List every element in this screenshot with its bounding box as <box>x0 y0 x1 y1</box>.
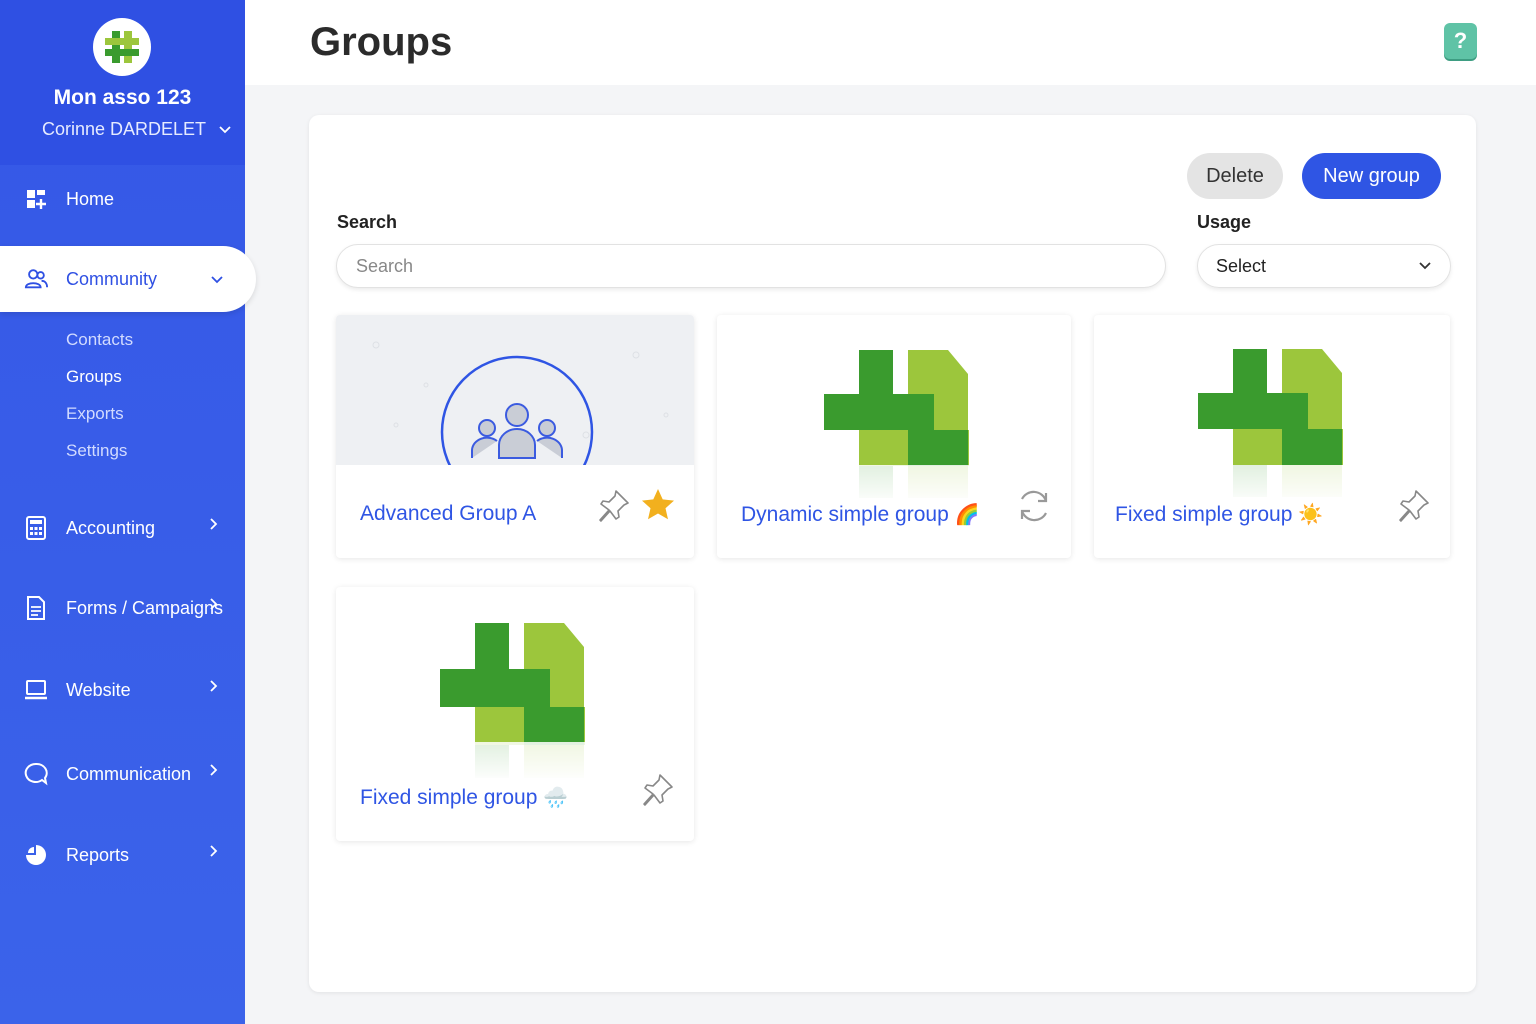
page-title: Groups <box>310 20 453 64</box>
nav-website[interactable]: Website <box>0 657 245 723</box>
org-name: Mon asso 123 <box>53 86 192 109</box>
usage-label: Usage <box>1197 212 1252 232</box>
rainbow-icon: 🌈 <box>954 504 980 526</box>
user-menu[interactable]: Corinne DARDELET <box>42 119 232 140</box>
nav-forms-label: Forms / Campaigns <box>66 597 224 618</box>
hashtag-logo-icon <box>105 31 139 63</box>
chevron-right-icon <box>210 680 218 692</box>
nav-website-label: Website <box>66 679 131 700</box>
card-actions <box>1015 487 1053 525</box>
sidebar: Mon asso 123 Corinne DARDELET Home Commu… <box>0 0 256 1024</box>
nav-reports-label: Reports <box>66 844 130 865</box>
nav-sub-settings[interactable]: Settings <box>66 441 127 461</box>
pin-icon[interactable] <box>1396 487 1432 523</box>
org-logo[interactable] <box>93 18 151 76</box>
search-input[interactable] <box>336 244 1166 288</box>
chevron-right-icon <box>210 764 218 776</box>
chevron-right-icon <box>210 518 218 530</box>
card-media <box>717 315 1071 498</box>
card-media <box>336 315 694 509</box>
card-actions <box>640 771 676 807</box>
chat-bubble-icon <box>24 762 48 786</box>
pin-icon[interactable] <box>596 487 632 523</box>
card-media <box>1094 315 1450 497</box>
document-icon <box>24 596 48 620</box>
nav-home[interactable]: Home <box>0 166 245 232</box>
dashboard-icon <box>24 187 48 211</box>
group-card[interactable]: Fixed simple group ☀️ <box>1094 315 1450 558</box>
nav-home-label: Home <box>66 188 115 209</box>
usage-select[interactable]: Select <box>1197 244 1451 288</box>
user-name: Corinne DARDELET <box>42 119 207 139</box>
group-card-title[interactable]: Advanced Group A <box>360 502 536 526</box>
chevron-down-icon <box>211 276 223 284</box>
nav-sub-groups[interactable]: Groups <box>66 367 122 387</box>
nav-communication[interactable]: Communication <box>0 741 245 807</box>
chevron-right-icon <box>210 598 218 610</box>
sidebar-header: Mon asso 123 Corinne DARDELET <box>0 0 245 165</box>
group-avatar-icon <box>372 341 669 509</box>
card-actions <box>596 487 676 523</box>
nav-sub-exports[interactable]: Exports <box>66 404 124 424</box>
sun-icon: ☀️ <box>1298 504 1324 526</box>
group-card[interactable]: Dynamic simple group 🌈 <box>717 315 1071 558</box>
nav-sub-contacts[interactable]: Contacts <box>66 330 133 350</box>
card-media <box>336 587 694 778</box>
star-icon[interactable] <box>640 487 676 523</box>
laptop-icon <box>24 678 48 702</box>
pin-icon[interactable] <box>640 771 676 807</box>
refresh-icon[interactable] <box>1015 487 1053 525</box>
group-card[interactable]: Advanced Group A <box>336 315 694 558</box>
group-card-title[interactable]: Dynamic simple group 🌈 <box>741 502 980 527</box>
nav-community-label: Community <box>66 268 158 289</box>
group-card[interactable]: Fixed simple group 🌧️ <box>336 587 694 841</box>
help-button[interactable]: ? <box>1444 23 1477 59</box>
chevron-right-icon <box>210 845 218 857</box>
nav-communication-label: Communication <box>66 763 192 784</box>
pie-chart-icon <box>24 843 48 867</box>
nav-forms[interactable]: Forms / Campaigns <box>0 575 245 641</box>
nav-accounting-label: Accounting <box>66 517 156 538</box>
top-bar: Groups ? <box>245 0 1536 85</box>
groups-panel: Delete New group Search Usage Select <box>309 115 1476 992</box>
nav-community[interactable]: Community <box>0 246 256 312</box>
group-card-title[interactable]: Fixed simple group 🌧️ <box>360 785 568 810</box>
people-icon <box>24 267 48 291</box>
calculator-icon <box>24 516 48 540</box>
new-group-button[interactable]: New group <box>1302 153 1441 199</box>
chevron-down-icon <box>1419 262 1431 270</box>
delete-button[interactable]: Delete <box>1187 153 1283 199</box>
card-actions <box>1396 487 1432 523</box>
nav-reports[interactable]: Reports <box>0 822 245 888</box>
chevron-down-icon <box>219 125 231 133</box>
nav-accounting[interactable]: Accounting <box>0 495 245 561</box>
search-label: Search <box>337 212 398 232</box>
group-card-title[interactable]: Fixed simple group ☀️ <box>1115 502 1323 527</box>
rain-cloud-icon: 🌧️ <box>543 787 569 809</box>
usage-select-value: Select <box>1216 255 1267 276</box>
